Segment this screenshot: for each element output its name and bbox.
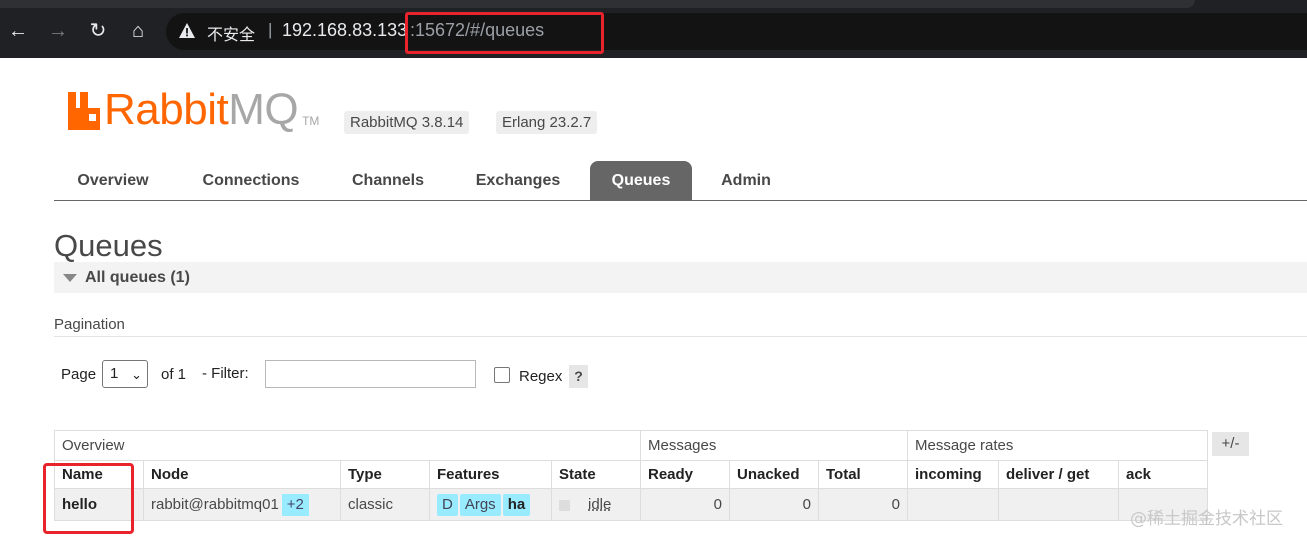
regex-label: Regex (519, 368, 563, 385)
column-header-type[interactable]: Type (340, 460, 430, 489)
name-annotation-box (43, 463, 134, 534)
queue-type: classic (340, 488, 430, 521)
column-header-total[interactable]: Total (818, 460, 908, 489)
rate-incoming (907, 488, 999, 521)
pagination-label: Pagination (54, 316, 125, 333)
messages-total: 0 (818, 488, 908, 521)
pagination-divider (54, 336, 1307, 337)
group-header-message-rates: Message rates (907, 430, 1208, 461)
column-header-ready[interactable]: Ready (640, 460, 730, 489)
tab-exchanges[interactable]: Exchanges (460, 161, 576, 200)
page-select[interactable]: 1 ⌄ (102, 360, 148, 388)
column-header-features[interactable]: Features (429, 460, 552, 489)
back-icon[interactable]: ← (5, 18, 31, 44)
tab-connections[interactable]: Connections (186, 161, 316, 200)
reload-icon[interactable]: ↻ (85, 18, 111, 44)
queue-node-cell: rabbit@rabbitmq01 +2 (143, 488, 341, 521)
messages-ready: 0 (640, 488, 730, 521)
forward-icon[interactable]: → (45, 18, 71, 44)
toggle-columns-button[interactable]: +/- (1212, 432, 1249, 456)
queue-node: rabbit@rabbitmq01 (151, 495, 279, 513)
queue-features-cell: D Args ha (429, 488, 552, 521)
regex-checkbox[interactable] (494, 367, 510, 383)
tab-admin[interactable]: Admin (706, 161, 786, 200)
chevron-down-icon: ⌄ (131, 367, 142, 382)
rabbitmq-version-badge: RabbitMQ 3.8.14 (344, 111, 470, 134)
logo-trademark: TM (302, 114, 320, 128)
rabbitmq-logo[interactable]: Rabbit MQ TM (68, 85, 320, 134)
insecure-label: 不安全 (207, 25, 256, 44)
tab-overview[interactable]: Overview (54, 161, 172, 200)
feature-ha-badge: ha (502, 493, 531, 516)
group-header-overview: Overview (54, 430, 641, 461)
tab-channels[interactable]: Channels (336, 161, 440, 200)
mirror-count-badge: +2 (281, 493, 309, 516)
logo-rabbit-text: Rabbit (104, 85, 229, 134)
queues-table: Overview Messages Message rates Name Nod… (54, 430, 1208, 521)
column-header-deliver-get[interactable]: deliver / get (998, 460, 1119, 489)
feature-durable-badge: D (437, 493, 458, 516)
page-select-value: 1 (110, 365, 119, 382)
feature-args-badge: Args (459, 493, 501, 516)
group-header-messages: Messages (640, 430, 908, 461)
collapse-triangle-icon[interactable] (63, 274, 77, 282)
main-nav-tabs: Overview Connections Channels Exchanges … (54, 161, 1307, 201)
browser-tabstrip (0, 0, 1195, 8)
queue-state-cell: idle (551, 488, 641, 521)
filter-input[interactable] (265, 360, 476, 388)
page-label: Page (61, 366, 97, 383)
messages-unacked: 0 (729, 488, 819, 521)
column-header-node[interactable]: Node (143, 460, 341, 489)
table-row[interactable]: hello rabbit@rabbitmq01 +2 classic D Args h… (54, 488, 1208, 521)
column-header-state[interactable]: State (551, 460, 641, 489)
regex-help-button[interactable]: ? (569, 365, 588, 388)
filter-label: - Filter: (202, 365, 249, 382)
tab-queues[interactable]: Queues (590, 161, 692, 200)
logo-mq-text: MQ (228, 85, 299, 134)
url-annotation-box (405, 12, 604, 54)
page-title: Queues (54, 228, 163, 263)
column-header-ack[interactable]: ack (1118, 460, 1208, 489)
column-header-unacked[interactable]: Unacked (729, 460, 819, 489)
watermark: @稀土掘金技术社区 (1130, 509, 1283, 529)
all-queues-section-header[interactable] (54, 262, 1307, 293)
all-queues-title[interactable]: All queues (1) (85, 269, 190, 287)
warning-icon[interactable] (178, 22, 196, 40)
queue-state: idle (588, 496, 612, 513)
page-count-label: of 1 (161, 366, 187, 383)
erlang-version-badge: Erlang 23.2.7 (496, 111, 598, 134)
home-icon[interactable]: ⌂ (125, 18, 151, 44)
column-header-incoming[interactable]: incoming (907, 460, 999, 489)
address-separator: | (268, 20, 273, 39)
rate-deliver-get (998, 488, 1119, 521)
rabbitmq-logo-icon (68, 92, 104, 130)
state-indicator-icon (559, 499, 570, 511)
url-host[interactable]: 192.168.83.133 (282, 20, 407, 41)
